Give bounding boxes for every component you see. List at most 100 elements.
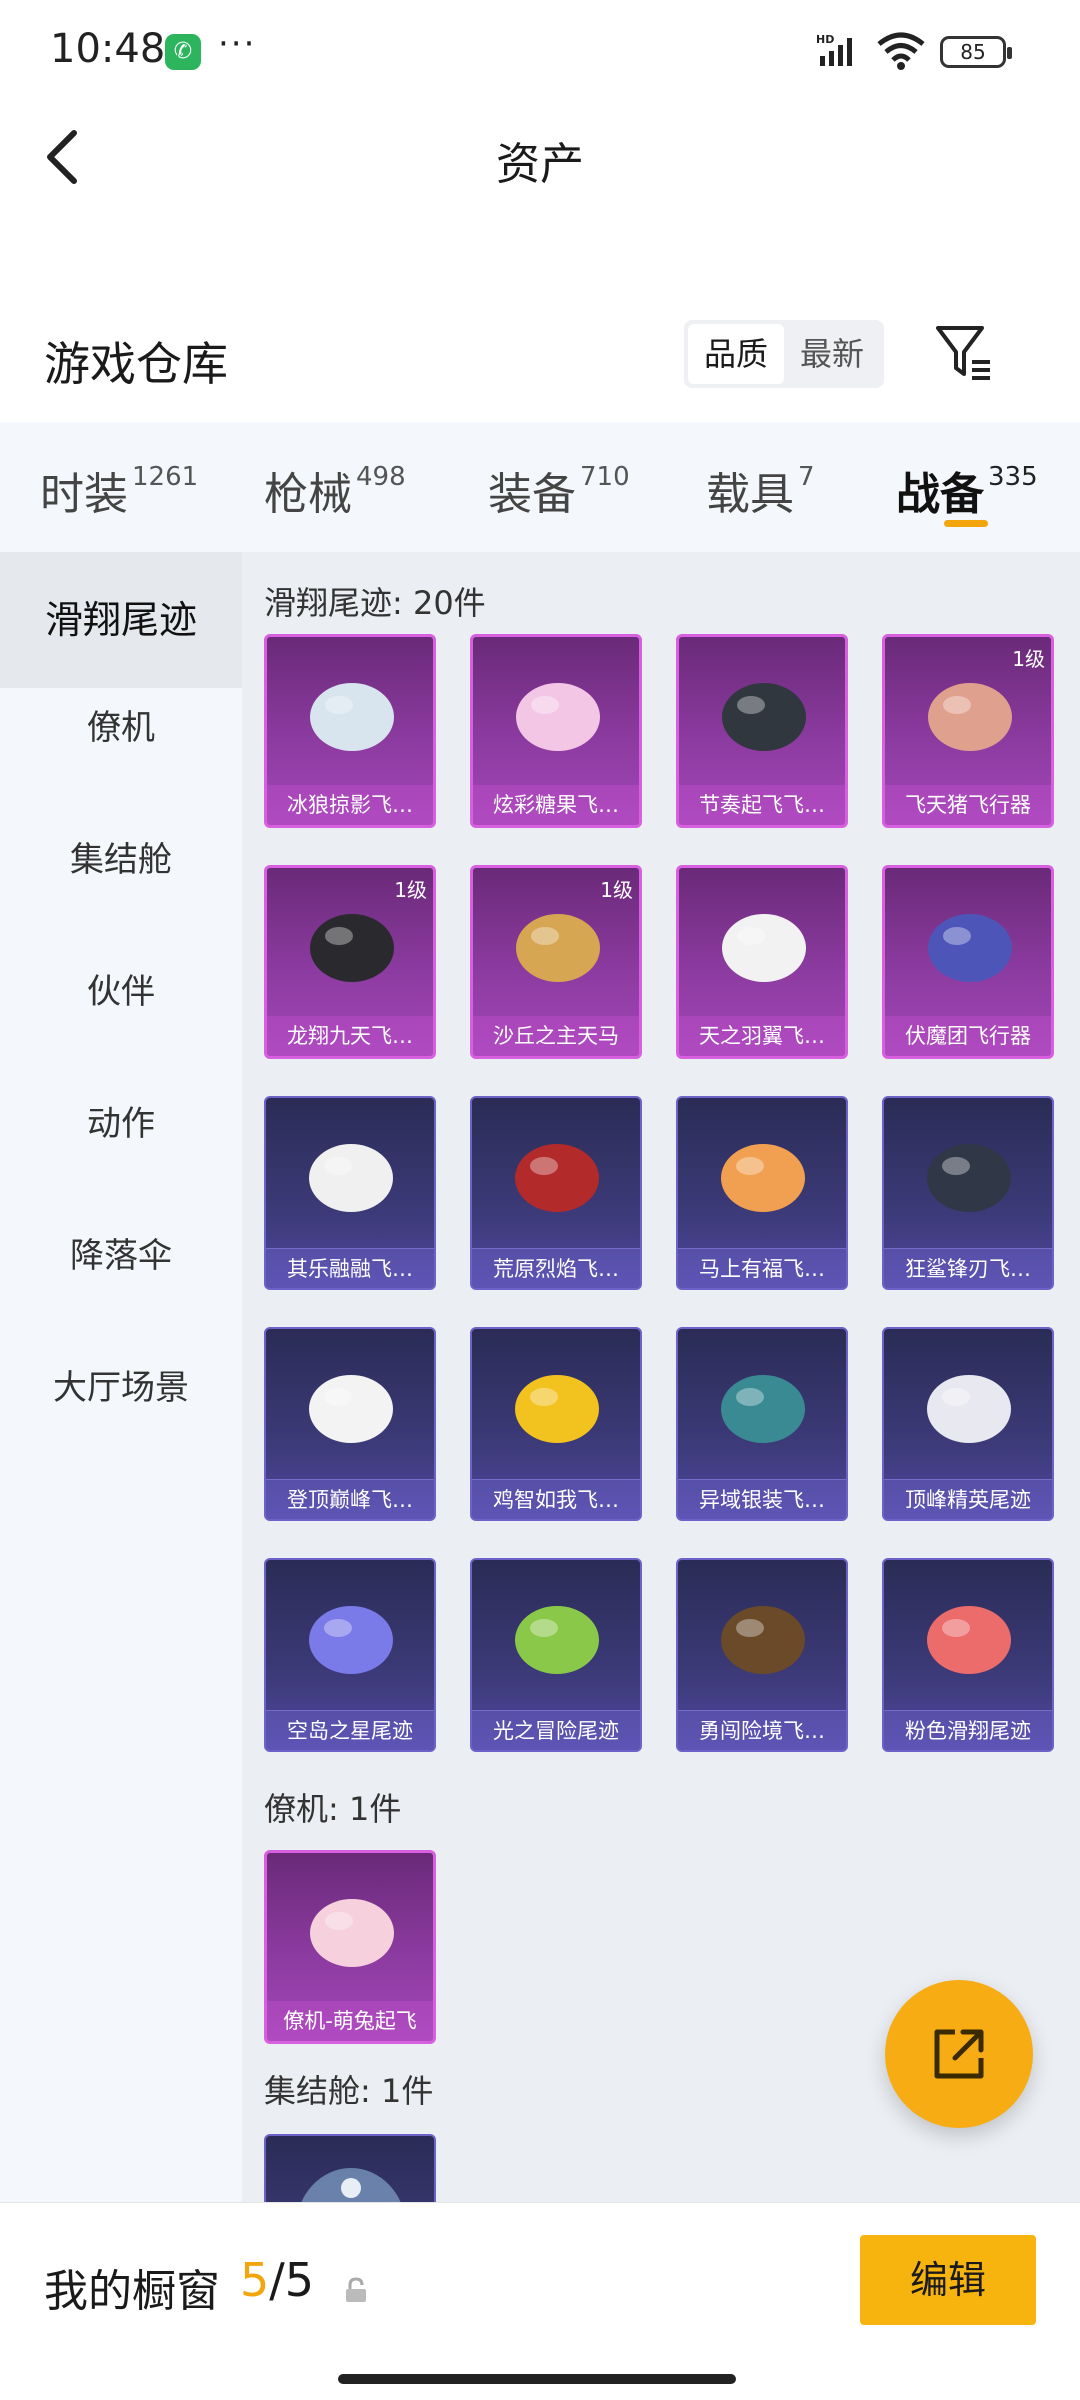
more-notifications-icon: ··· xyxy=(218,24,257,64)
sidebar-item-companion[interactable]: 伙伴 xyxy=(0,948,242,1036)
item-card[interactable]: 僚机-萌兔起飞 xyxy=(264,1850,436,2044)
item-card[interactable]: 1级 沙丘之主天马 xyxy=(470,865,642,1059)
active-tab-indicator xyxy=(944,520,988,527)
item-name: 勇闯险境飞… xyxy=(678,1710,846,1750)
item-card[interactable]: 鸡智如我飞… xyxy=(470,1327,642,1521)
chicken-icon xyxy=(515,1375,599,1443)
tab-label: 战备 xyxy=(896,469,984,520)
item-name: 鸡智如我飞… xyxy=(472,1479,640,1519)
item-card[interactable]: 空岛之星尾迹 xyxy=(264,1558,436,1752)
share-button[interactable] xyxy=(885,1980,1033,2128)
item-card[interactable]: 登顶巅峰飞… xyxy=(264,1327,436,1521)
section-label-wingman: 僚机: 1件 xyxy=(264,1790,402,1828)
battery-icon: 85 xyxy=(940,36,1012,68)
item-card[interactable]: 光之冒险尾迹 xyxy=(470,1558,642,1752)
wifi-icon xyxy=(877,32,925,70)
item-card[interactable]: 伏魔团飞行器 xyxy=(882,865,1054,1059)
page-title: 资产 xyxy=(496,139,584,190)
rocket-glider-icon xyxy=(721,1606,805,1674)
item-name: 登顶巅峰飞… xyxy=(266,1479,434,1519)
item-name: 马上有福飞… xyxy=(678,1248,846,1288)
item-card[interactable]: 1级 龙翔九天飞… xyxy=(264,865,436,1059)
signal-icon: HD xyxy=(816,33,852,66)
tab-count: 498 xyxy=(356,462,406,492)
helmet-icon xyxy=(722,683,806,751)
tab-guns[interactable]: 枪械 498 xyxy=(264,458,406,522)
item-name: 炫彩糖果飞… xyxy=(473,785,639,825)
phone-call-icon: ✆ xyxy=(165,34,201,70)
sort-quality-button[interactable]: 品质 xyxy=(688,324,784,384)
sidebar-item-lobby-scene[interactable]: 大厅场景 xyxy=(0,1344,242,1432)
item-card[interactable]: 粉色滑翔尾迹 xyxy=(882,1558,1054,1752)
penguin-icon xyxy=(309,1144,393,1212)
item-name: 飞天猪飞行器 xyxy=(885,785,1051,825)
tab-count: 335 xyxy=(988,462,1038,492)
ice-streak-icon xyxy=(310,683,394,751)
smoke-trail-icon xyxy=(927,1375,1011,1443)
tab-label: 枪械 xyxy=(264,469,352,520)
tab-count: 7 xyxy=(798,462,815,492)
tab-equipment[interactable]: 装备 710 xyxy=(488,458,630,522)
item-card[interactable]: 狂鲨锋刃飞… xyxy=(882,1096,1054,1290)
item-card[interactable]: 异域银装飞… xyxy=(676,1327,848,1521)
item-name: 冰狼掠影飞… xyxy=(267,785,433,825)
status-bar: 10:48 ✆ ··· HD 85 xyxy=(0,0,1080,100)
sort-toggle: 品质 最新 xyxy=(684,320,884,388)
showcase-total: /5 xyxy=(269,2253,315,2307)
tab-label: 载具 xyxy=(706,469,794,520)
item-level-badge: 1级 xyxy=(394,878,427,902)
item-card[interactable]: 顶峰精英尾迹 xyxy=(882,1327,1054,1521)
sort-latest-button[interactable]: 最新 xyxy=(784,324,880,384)
filter-icon[interactable] xyxy=(934,322,994,382)
showcase-current: 5 xyxy=(240,2253,270,2307)
shark-icon xyxy=(927,1144,1011,1212)
item-card[interactable]: 冰狼掠影飞… xyxy=(264,634,436,828)
flame-glider-icon xyxy=(515,1144,599,1212)
item-card[interactable]: 马上有福飞… xyxy=(676,1096,848,1290)
showcase-label: 我的橱窗 xyxy=(44,2266,220,2317)
sidebar-item-wingman[interactable]: 僚机 xyxy=(0,684,242,772)
home-indicator[interactable] xyxy=(338,2374,736,2384)
item-name: 僚机-萌兔起飞 xyxy=(267,2001,433,2041)
item-name: 伏魔团飞行器 xyxy=(885,1016,1051,1056)
sidebar-item-glide-trail[interactable]: 滑翔尾迹 xyxy=(0,552,242,688)
item-card[interactable]: 炫彩糖果飞… xyxy=(470,634,642,828)
bunny-icon xyxy=(310,1899,394,1967)
tab-vehicles[interactable]: 载具 7 xyxy=(706,458,815,522)
app-screen: 10:48 ✆ ··· HD 85 资产 游戏仓库 品质 最新 时装 1261 … xyxy=(0,0,1080,2400)
item-card[interactable]: 1级飞天猪飞行器 xyxy=(882,634,1054,828)
category-tabs: 时装 1261 枪械 498 装备 710 载具 7 战备 335 xyxy=(0,422,1080,552)
item-name: 顶峰精英尾迹 xyxy=(884,1479,1052,1519)
tab-fashion[interactable]: 时装 1261 xyxy=(40,458,198,522)
sidebar-item-assembly-pod[interactable]: 集结舱 xyxy=(0,816,242,904)
item-card[interactable]: 其乐融融飞… xyxy=(264,1096,436,1290)
jet-icon xyxy=(309,1375,393,1443)
rainbow-trail-icon xyxy=(309,1606,393,1674)
item-name: 光之冒险尾迹 xyxy=(472,1710,640,1750)
edit-button[interactable]: 编辑 xyxy=(860,2235,1036,2325)
candy-icon xyxy=(516,683,600,751)
warehouse-title: 游戏仓库 xyxy=(44,337,228,391)
item-grid: 滑翔尾迹: 20件 冰狼掠影飞… 炫彩糖果飞… 节奏起飞飞… 1级 飞天猪飞行器 1级 龙翔… xyxy=(242,552,1080,2202)
sidebar-item-parachute[interactable]: 降落伞 xyxy=(0,1212,242,1300)
item-card[interactable] xyxy=(264,2134,436,2202)
item-card[interactable]: 勇闯险境飞… xyxy=(676,1558,848,1752)
share-icon xyxy=(934,2029,984,2079)
lock-icon xyxy=(346,2277,366,2302)
item-name: 沙丘之主天马 xyxy=(473,1016,639,1056)
tab-battle-gear[interactable]: 战备 335 xyxy=(896,458,1038,522)
sword-glider-icon xyxy=(928,914,1012,982)
tab-label: 时装 xyxy=(40,469,128,520)
network-type-label: HD xyxy=(816,33,834,46)
green-trail-icon xyxy=(515,1606,599,1674)
horse-icon xyxy=(721,1144,805,1212)
item-name: 异域银装飞… xyxy=(678,1479,846,1519)
item-card[interactable]: 荒原烈焰飞… xyxy=(470,1096,642,1290)
status-time: 10:48 xyxy=(50,26,166,72)
item-card[interactable]: 天之羽翼飞… xyxy=(676,865,848,1059)
sidebar-item-emote[interactable]: 动作 xyxy=(0,1080,242,1168)
item-card[interactable]: 节奏起飞飞… xyxy=(676,634,848,828)
item-level-badge: 1级 xyxy=(1012,647,1045,671)
tab-count: 1261 xyxy=(132,462,199,492)
sidebar: 滑翔尾迹 僚机 集结舱 伙伴 动作 降落伞 大厅场景 xyxy=(0,552,242,2202)
